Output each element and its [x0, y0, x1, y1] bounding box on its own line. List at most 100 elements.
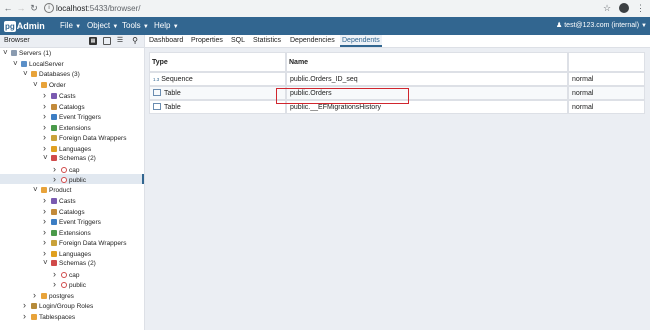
- tree-node[interactable]: › Event Triggers: [43, 111, 101, 121]
- app-navbar: pg Admin File ▼ Object ▼ Tools ▼ Help ▼ …: [0, 17, 650, 35]
- tab-dependencies[interactable]: Dependencies: [290, 35, 335, 47]
- tree-node[interactable]: ˅ Schemas (2): [43, 153, 96, 163]
- tree-node[interactable]: › cap: [53, 269, 79, 279]
- tab-statistics[interactable]: Statistics: [253, 35, 281, 47]
- tab-dependents[interactable]: Dependents: [340, 35, 382, 47]
- tree-node[interactable]: › Casts: [43, 90, 76, 100]
- chevron-right-icon[interactable]: ›: [43, 111, 50, 121]
- tree-node[interactable]: › Extensions: [43, 227, 91, 237]
- chevron-down-icon[interactable]: ˅: [33, 80, 40, 90]
- tree-node[interactable]: › Languages: [43, 248, 91, 258]
- bookmark-star-icon[interactable]: ☆: [603, 3, 611, 14]
- tree-node[interactable]: › Languages: [43, 143, 91, 153]
- site-info-icon[interactable]: i: [44, 3, 54, 13]
- tree-node-label: Languages: [59, 145, 92, 153]
- tree-node[interactable]: › public: [53, 174, 86, 184]
- chevron-right-icon[interactable]: ›: [23, 311, 30, 321]
- query-tool-icon[interactable]: ☰: [116, 37, 124, 45]
- column-header[interactable]: Type: [149, 52, 286, 72]
- tab-properties[interactable]: Properties: [191, 35, 223, 47]
- tree-node[interactable]: ˅ Product: [33, 185, 71, 195]
- table-view-icon[interactable]: [103, 37, 111, 45]
- search-icon[interactable]: ⚲: [131, 37, 139, 45]
- menu-file[interactable]: File ▼: [60, 21, 81, 32]
- profile-avatar[interactable]: [619, 3, 629, 13]
- table-cell[interactable]: Table: [149, 86, 286, 100]
- address-bar[interactable]: localhost:5433/browser/: [56, 4, 141, 13]
- tree-node-label: Event Triggers: [59, 114, 101, 121]
- chevron-right-icon[interactable]: ›: [43, 101, 50, 111]
- chevron-right-icon[interactable]: ›: [43, 90, 50, 100]
- url-host: localhost: [56, 4, 88, 13]
- tree-node[interactable]: › Tablespaces: [23, 311, 75, 321]
- table-cell[interactable]: normal: [568, 86, 645, 100]
- table-cell[interactable]: normal: [568, 100, 645, 114]
- table-cell[interactable]: public.Orders_ID_seq: [286, 72, 568, 86]
- chevron-right-icon[interactable]: ›: [43, 248, 50, 258]
- chevron-right-icon[interactable]: ›: [33, 290, 40, 300]
- chevron-right-icon[interactable]: ›: [53, 164, 60, 174]
- user-icon: ♟: [556, 22, 563, 29]
- tab-sql[interactable]: SQL: [231, 35, 245, 47]
- chevron-down-icon: ▼: [172, 24, 179, 30]
- table-cell[interactable]: 1.3 Sequence: [149, 72, 286, 86]
- reload-icon[interactable]: ↻: [28, 3, 40, 14]
- browser-menu-icon[interactable]: ⋮: [636, 3, 645, 14]
- column-header[interactable]: Name: [286, 52, 568, 72]
- menu-tools[interactable]: Tools ▼: [122, 21, 149, 32]
- chevron-right-icon[interactable]: ›: [43, 195, 50, 205]
- tree-node[interactable]: ˅ Schemas (2): [43, 258, 96, 268]
- tree-node[interactable]: › Casts: [43, 195, 76, 205]
- chevron-right-icon[interactable]: ›: [53, 174, 60, 184]
- user-menu[interactable]: ♟ test@123.com (internal) ▼: [556, 21, 647, 31]
- tree-node[interactable]: ˅ Servers (1): [3, 48, 51, 58]
- tree-node[interactable]: › Login/Group Roles: [23, 300, 93, 310]
- pgadmin-logo[interactable]: pg Admin: [4, 20, 45, 32]
- catalogs-icon: [51, 103, 57, 110]
- tree-node[interactable]: › Event Triggers: [43, 216, 101, 226]
- chevron-down-icon[interactable]: ˅: [23, 69, 30, 79]
- chevron-right-icon[interactable]: ›: [53, 269, 60, 279]
- tab-dashboard[interactable]: Dashboard: [149, 35, 183, 47]
- menu-help[interactable]: Help ▼: [154, 21, 179, 32]
- menu-object[interactable]: Object ▼: [87, 21, 118, 32]
- chevron-down-icon[interactable]: ˅: [13, 59, 20, 69]
- chevron-right-icon[interactable]: ›: [23, 300, 30, 310]
- chevron-right-icon[interactable]: ›: [43, 216, 50, 226]
- column-header[interactable]: [568, 52, 645, 72]
- table-icon: [153, 89, 161, 96]
- properties-icon[interactable]: ▦: [89, 37, 97, 45]
- tree-node[interactable]: › cap: [53, 164, 79, 174]
- databases-icon: [31, 71, 37, 77]
- tree-node[interactable]: › Foreign Data Wrappers: [43, 237, 126, 247]
- forward-icon[interactable]: →: [15, 3, 27, 14]
- chevron-right-icon[interactable]: ›: [43, 143, 50, 153]
- chevron-right-icon[interactable]: ›: [53, 279, 60, 289]
- chevron-right-icon[interactable]: ›: [43, 206, 50, 216]
- back-icon[interactable]: ←: [2, 3, 14, 14]
- tree-node-label: Extensions: [59, 229, 91, 237]
- table-cell[interactable]: Table: [149, 100, 286, 114]
- chevron-down-icon[interactable]: ˅: [43, 153, 50, 163]
- tree-node[interactable]: › public: [53, 279, 86, 289]
- tree-node-label: public: [69, 282, 86, 289]
- tree-node[interactable]: ˅ Databases (3): [23, 69, 80, 79]
- tree-node-label: Casts: [59, 198, 76, 205]
- chevron-right-icon[interactable]: ›: [43, 122, 50, 132]
- chevron-down-icon[interactable]: ˅: [33, 185, 40, 195]
- tree-node[interactable]: › Catalogs: [43, 101, 85, 111]
- chevron-down-icon[interactable]: ˅: [3, 48, 10, 58]
- tree-node[interactable]: › Catalogs: [43, 206, 85, 216]
- chevron-right-icon[interactable]: ›: [43, 237, 50, 247]
- tree-node[interactable]: › Extensions: [43, 122, 91, 132]
- highlight-box: [276, 88, 409, 104]
- tree-node[interactable]: ˅ LocalServer: [13, 59, 64, 69]
- chevron-right-icon[interactable]: ›: [43, 227, 50, 237]
- table-cell[interactable]: normal: [568, 72, 645, 86]
- chevron-down-icon[interactable]: ˅: [43, 258, 50, 268]
- tree-node[interactable]: › Foreign Data Wrappers: [43, 132, 126, 142]
- chevron-right-icon[interactable]: ›: [43, 132, 50, 142]
- tree-node[interactable]: ˅ Order: [33, 80, 66, 90]
- tree-node-label: Event Triggers: [59, 219, 101, 226]
- tree-node[interactable]: › postgres: [33, 290, 74, 300]
